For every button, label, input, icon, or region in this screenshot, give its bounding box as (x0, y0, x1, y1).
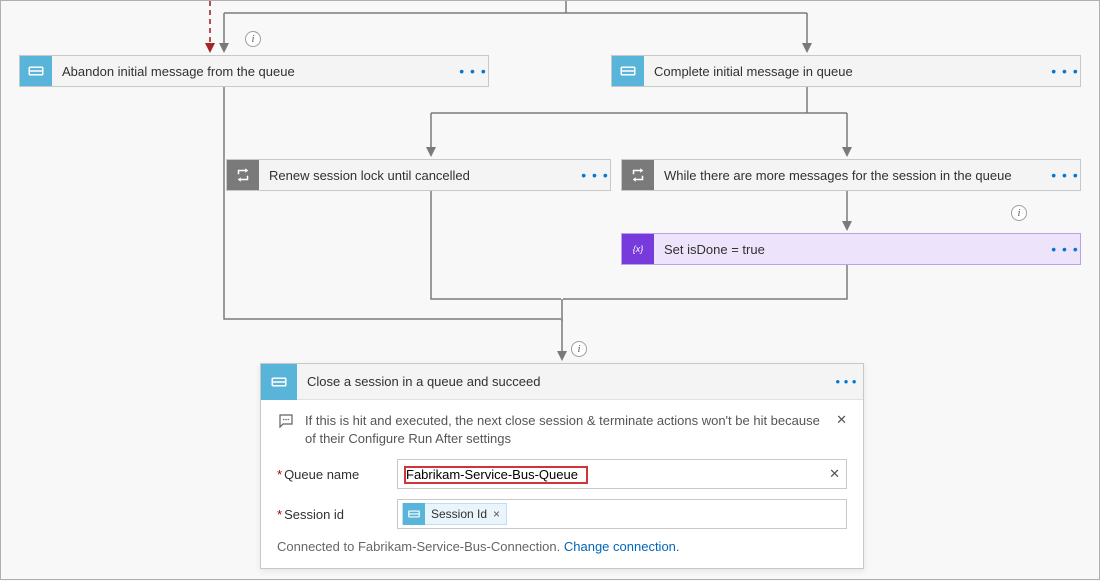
action-set-isdone[interactable]: {x} Set isDone = true • • • (621, 233, 1081, 265)
connection-text: Connected to Fabrikam-Service-Bus-Connec… (277, 539, 560, 554)
svg-text:{x}: {x} (633, 244, 644, 254)
session-id-label: Session id (277, 507, 397, 522)
action-label: Set isDone = true (654, 242, 1050, 257)
action-label: Complete initial message in queue (644, 64, 1050, 79)
more-button[interactable]: • • • (1050, 63, 1080, 79)
servicebus-icon (20, 56, 52, 86)
more-button[interactable]: • • • (458, 63, 488, 79)
servicebus-icon (403, 503, 425, 525)
more-button[interactable]: • • • (580, 167, 610, 183)
servicebus-icon (261, 364, 297, 400)
more-button[interactable]: • • • (1050, 167, 1080, 183)
change-connection-link[interactable]: Change connection. (564, 539, 680, 554)
panel-note: If this is hit and executed, the next cl… (305, 412, 826, 447)
action-label: Renew session lock until cancelled (259, 168, 580, 183)
action-close-session-panel: Close a session in a queue and succeed •… (260, 363, 864, 569)
more-button[interactable]: • • • (1050, 241, 1080, 257)
queue-name-field[interactable]: ✕ (397, 459, 847, 489)
action-renew[interactable]: Renew session lock until cancelled • • • (226, 159, 611, 191)
action-label: Abandon initial message from the queue (52, 64, 458, 79)
info-icon: i (571, 341, 587, 357)
session-id-token[interactable]: Session Id × (402, 503, 507, 525)
loop-icon (622, 160, 654, 190)
token-label: Session Id (431, 507, 487, 521)
servicebus-icon (612, 56, 644, 86)
panel-title: Close a session in a queue and succeed (297, 374, 829, 389)
comment-icon (277, 412, 295, 433)
token-remove[interactable]: × (493, 507, 500, 521)
action-abandon[interactable]: Abandon initial message from the queue •… (19, 55, 489, 87)
variable-icon: {x} (622, 234, 654, 264)
session-id-field[interactable]: Session Id × (397, 499, 847, 529)
queue-name-label: Queue name (277, 467, 397, 482)
action-label: While there are more messages for the se… (654, 168, 1050, 183)
info-icon: i (1011, 205, 1027, 221)
loop-icon (227, 160, 259, 190)
action-while[interactable]: While there are more messages for the se… (621, 159, 1081, 191)
more-button[interactable]: • • • (829, 374, 863, 389)
close-note-button[interactable]: ✕ (836, 412, 847, 428)
action-complete[interactable]: Complete initial message in queue • • • (611, 55, 1081, 87)
info-icon: i (245, 31, 261, 47)
clear-icon[interactable]: ✕ (829, 466, 840, 482)
